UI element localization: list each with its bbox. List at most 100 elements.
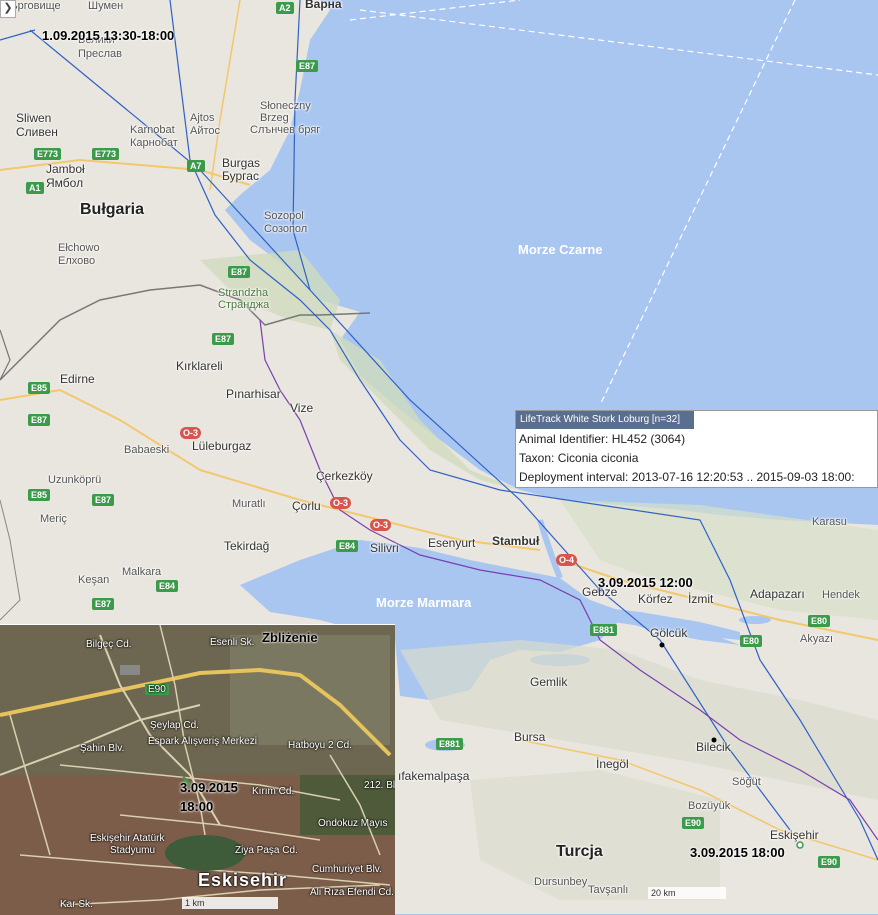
place-label: Ajtos	[190, 112, 215, 124]
place-label: Сливен	[16, 125, 58, 139]
road-shield: O-4	[556, 554, 578, 566]
popup-taxon: Taxon: Ciconia ciconia	[519, 451, 639, 465]
road-shield: E80	[740, 635, 763, 647]
place-label: Ямбол	[46, 176, 84, 190]
place-label: Söğüt	[732, 776, 761, 788]
inset-street-label: Eskişehir Atatürk	[90, 833, 165, 844]
place-label: Tekirdağ	[224, 539, 270, 553]
inset-scale-bar: 1 km	[182, 897, 278, 909]
place-label: Шумен	[88, 0, 124, 12]
place-label: Варна	[305, 0, 342, 11]
place-label: Gölcük	[650, 626, 688, 640]
annotation-end: 3.09.2015 18:00	[690, 845, 785, 860]
place-label: Muratlı	[232, 498, 266, 510]
pan-left-button[interactable]: ❯	[0, 0, 16, 18]
road-shield: E87	[212, 333, 235, 345]
place-label: Слънчев бряг	[250, 124, 321, 136]
track-info-popup[interactable]: LifeTrack White Stork Loburg [n=32] Anim…	[515, 410, 878, 488]
track-point-end	[796, 841, 804, 849]
road-shield: E85	[28, 489, 51, 501]
place-label: Bilecik	[696, 740, 731, 754]
place-label: Преслав	[78, 48, 123, 60]
road-shield: E87	[228, 266, 251, 278]
road-shield: E773	[34, 148, 62, 160]
road-shield: O-3	[370, 519, 392, 531]
place-label: Stambuł	[492, 534, 540, 548]
place-label: Kırklareli	[176, 359, 223, 373]
place-label: Bozüyük	[688, 800, 731, 812]
place-label: Çorlu	[292, 499, 321, 513]
road-shield: E87	[92, 598, 115, 610]
road-shield: E84	[156, 580, 179, 592]
place-label: İzmit	[688, 592, 714, 606]
inset-title: Zbliżenie	[262, 630, 318, 645]
inset-street-label: Şeylap Cd.	[150, 720, 199, 731]
place-label: Айтос	[190, 125, 221, 137]
place-label: Babaeski	[124, 444, 170, 456]
inset-annotation-line1: 3.09.2015	[180, 780, 238, 795]
place-label: Hendek	[822, 589, 860, 601]
place-label: İnegöl	[596, 757, 629, 771]
road-shield: E87	[28, 414, 51, 426]
place-label: Meriç	[40, 513, 67, 525]
road-shield: A1	[26, 182, 44, 194]
road-shield: E87	[296, 60, 319, 72]
inset-street-label: Hatboyu 2 Cd.	[288, 740, 352, 751]
sea-label-marmara: Morze Marmara	[376, 595, 472, 610]
place-label: Karnobat	[130, 124, 175, 136]
place-label: Sliwen	[16, 111, 52, 125]
place-label: Странджа	[218, 299, 270, 311]
country-label-turkey: Turcja	[556, 843, 603, 860]
place-label: Uzunköprü	[48, 474, 102, 486]
place-label: Esenyurt	[428, 536, 476, 550]
road-shield: O-3	[330, 497, 352, 509]
place-label: Akyazı	[800, 633, 834, 645]
sea-boundary-3	[599, 0, 796, 406]
inset-street-label: Esenli Sk.	[210, 637, 255, 648]
place-label: Созопол	[264, 223, 308, 235]
place-label: Silivri	[370, 541, 399, 555]
place-label: Tavşanlı	[588, 884, 629, 896]
place-label: Бургас	[222, 169, 259, 183]
road-shield: E80	[808, 615, 831, 627]
track-point	[659, 642, 665, 648]
road-shield: E87	[92, 494, 115, 506]
place-label: Adapazarı	[750, 587, 805, 601]
inset-street-label: Espark Alışveriş Merkezi	[148, 736, 257, 747]
inset-street-label: Ondokuz Mayıs	[318, 818, 388, 829]
inset-street-label: Kırım Cd.	[252, 786, 295, 797]
place-label: Елхово	[58, 255, 96, 267]
inset-satellite-map[interactable]: Zbliżenie Bilgeç Cd. Esenli Sk. Şeylap C…	[0, 624, 395, 915]
inset-street-label: Ziya Paşa Cd.	[235, 845, 298, 856]
place-label: Malkara	[122, 566, 162, 578]
country-label-bulgaria: Bułgaria	[80, 201, 145, 218]
inset-street-label: Stadyumu	[110, 845, 156, 856]
place-label: Pınarhisar	[226, 387, 281, 401]
inset-scale-label: 1 km	[185, 898, 205, 908]
road-shield: E84	[336, 540, 359, 552]
annotation-start: 1.09.2015 13:30-18:00	[42, 28, 175, 43]
inset-road-shield: E90	[145, 684, 169, 695]
place-label: Körfez	[638, 592, 673, 606]
place-label: Edirne	[60, 372, 95, 386]
road-shield: E85	[28, 382, 51, 394]
place-label: Çerkezköy	[316, 469, 373, 483]
sea-label-black-sea: Morze Czarne	[518, 242, 603, 257]
inset-street-label: Ali Rıza Efendi Cd.	[310, 887, 394, 898]
place-label: Dursunbey	[534, 876, 588, 888]
place-label: Sozopol	[264, 210, 304, 222]
inset-annotation-line2: 18:00	[180, 799, 214, 814]
inset-street-label: Kar Sk.	[60, 899, 93, 910]
place-label: Bursa	[514, 730, 546, 744]
road-shield: A2	[276, 2, 294, 14]
place-label: Vize	[290, 401, 314, 415]
place-label: Eskişehir	[770, 828, 819, 842]
popup-deployment-interval: Deployment interval: 2013-07-16 12:20:53…	[519, 470, 855, 484]
sea-boundary-1	[349, 0, 521, 21]
road-shield: E881	[436, 738, 464, 750]
popup-title: LifeTrack White Stork Loburg [n=32]	[516, 411, 694, 429]
place-label: Keşan	[78, 574, 110, 586]
road-shield: A7	[187, 160, 205, 172]
place-label: Karasu	[812, 516, 847, 528]
place-label: Ełchowo	[58, 242, 100, 254]
